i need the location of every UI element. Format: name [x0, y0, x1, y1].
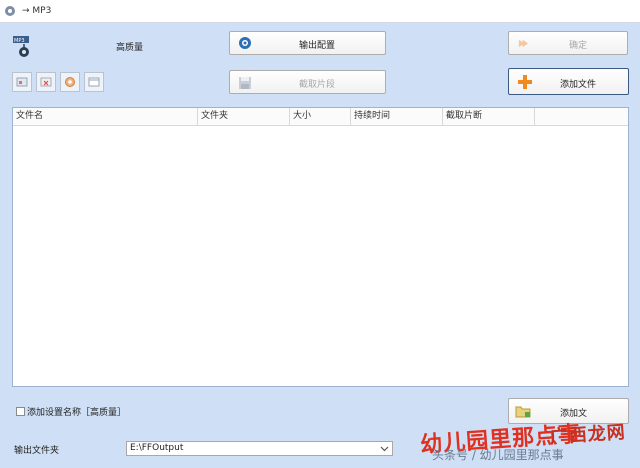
preset-name: 高质量 [116, 43, 144, 53]
col-size[interactable]: 大小 [290, 108, 351, 125]
window-title: → MP3 [22, 6, 52, 16]
watermark-site-text: 广西龙网 [549, 421, 627, 449]
svg-text:MP3: MP3 [14, 38, 25, 44]
add-file-label: 添加文件 [560, 80, 597, 90]
col-folder[interactable]: 文件夹 [198, 108, 290, 125]
confirm-button[interactable]: 确定 [508, 31, 628, 55]
confirm-label: 确定 [569, 41, 588, 51]
col-filename[interactable]: 文件名 [13, 108, 198, 125]
settings-icon [65, 77, 75, 87]
delete-icon [40, 77, 52, 87]
tool-button-4[interactable] [84, 72, 104, 92]
add-setting-name-checkbox[interactable] [16, 407, 25, 416]
add-setting-name-label: 添加设置名称［高质量］ [27, 408, 127, 418]
output-folder-label: 输出文件夹 [14, 446, 60, 456]
title-bar: → MP3 [0, 0, 640, 23]
col-clip[interactable]: 截取片断 [443, 108, 535, 125]
arrow-right-icon [518, 39, 529, 48]
chevron-down-icon[interactable] [379, 443, 390, 454]
output-folder-select[interactable]: E:\FFOutput [126, 441, 393, 456]
tool-button-2[interactable] [36, 72, 56, 92]
plus-icon [518, 75, 532, 89]
output-config-label: 输出配置 [299, 41, 336, 51]
table-header: 文件名 文件夹 大小 持续时间 截取片断 [13, 108, 628, 126]
window-icon [88, 77, 100, 87]
output-config-button[interactable]: 输出配置 [229, 31, 386, 55]
clip-button[interactable]: 截取片段 [229, 70, 386, 94]
tool-button-3[interactable] [60, 72, 80, 92]
add-file-button[interactable]: 添加文件 [508, 68, 629, 95]
app-icon [5, 6, 15, 16]
image-icon [16, 77, 28, 87]
tool-button-1[interactable] [12, 72, 32, 92]
clip-label: 截取片段 [299, 80, 336, 90]
config-icon [239, 37, 251, 49]
file-table[interactable]: 文件名 文件夹 大小 持续时间 截取片断 [12, 107, 629, 387]
output-folder-value: E:\FFOutput [130, 443, 184, 453]
mp3-format-icon: MP3 [13, 36, 29, 57]
col-duration[interactable]: 持续时间 [351, 108, 443, 125]
save-clip-icon [239, 77, 251, 89]
folder-add-icon [515, 406, 531, 418]
watermark-sub: 头条号 / 幼儿园里那点事 [432, 448, 564, 462]
